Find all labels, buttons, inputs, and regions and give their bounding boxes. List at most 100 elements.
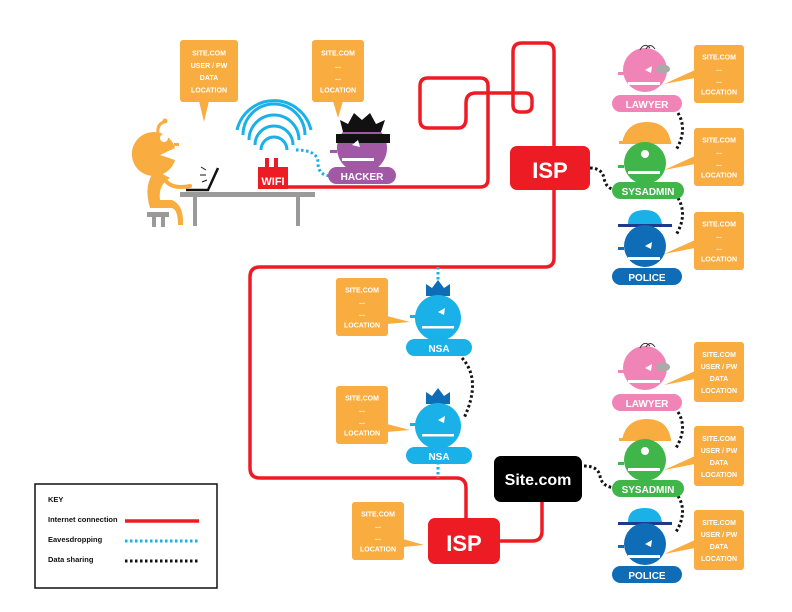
- bubble-line: ...: [375, 523, 381, 530]
- bubble-line: SITE.COM: [702, 138, 736, 145]
- site-node: Site.com: [494, 456, 582, 502]
- hacker-mask-icon: [336, 134, 390, 143]
- sharing-line-lawyer-sysadmin-bottom: [674, 411, 684, 449]
- lawyer-bottom-label: LAWYER: [626, 399, 670, 410]
- bubble-line: SITE.COM: [345, 288, 379, 295]
- legend-key: KEY Internet connection Eavesdropping Da…: [34, 483, 218, 589]
- bubble-line: LOCATION: [320, 88, 356, 95]
- bubble-line: SITE.COM: [702, 436, 736, 443]
- bubble-line: DATA: [710, 544, 728, 551]
- bubble-line: SITE.COM: [702, 55, 736, 62]
- bubble-line: ...: [375, 535, 381, 542]
- eavesdrop-line-hacker-wifi: [295, 148, 333, 178]
- bubble-line: LOCATION: [344, 430, 380, 437]
- bubble-line: DATA: [710, 376, 728, 383]
- isp-top-node: ISP: [510, 146, 590, 190]
- helmet-icon: [622, 122, 671, 143]
- bubble-line: USER / PW: [701, 532, 738, 539]
- bubble-line: LOCATION: [701, 172, 737, 179]
- internet-line-isp-to-site: [498, 498, 544, 543]
- bubble-line: USER / PW: [701, 448, 738, 455]
- bubble-line: LOCATION: [701, 388, 737, 395]
- wifi-label: WIFI: [261, 176, 284, 188]
- lawyer-bottom-figure: LAWYER: [612, 342, 682, 411]
- sysadmin-bottom-figure: SYSADMIN: [612, 419, 684, 497]
- speech-bubble-sysadmin-top: SITE.COM...... LOCATION: [664, 128, 744, 186]
- key-label-eavesdrop: Eavesdropping: [48, 535, 103, 544]
- bubble-line: USER / PW: [191, 63, 228, 70]
- speech-bubble-user: SITE.COM USER / PW DATA LOCATION: [180, 40, 238, 122]
- nsa-hat-icon: [426, 280, 450, 296]
- hacker-hat-icon: [340, 113, 385, 132]
- bubble-line: DATA: [710, 460, 728, 467]
- hacker-label: HACKER: [341, 172, 385, 183]
- speech-bubble-police-bottom: SITE.COM USER / PW DATA LOCATION: [664, 510, 744, 570]
- bubble-line: SITE.COM: [361, 512, 395, 519]
- bubble-line: DATA: [200, 75, 218, 82]
- bubble-line: LOCATION: [701, 556, 737, 563]
- key-label-internet: Internet connection: [48, 515, 118, 524]
- speech-bubble-lawyer-top: SITE.COM...... LOCATION: [664, 45, 744, 103]
- bubble-line: LOCATION: [344, 322, 380, 329]
- bubble-line: USER / PW: [701, 364, 738, 371]
- bubble-line: ...: [716, 149, 722, 156]
- sysadmin-top-figure: SYSADMIN: [612, 122, 684, 199]
- speech-bubble-hacker: SITE.COM...... LOCATION: [312, 40, 364, 118]
- bubble-line: ...: [359, 299, 365, 306]
- key-label-sharing: Data sharing: [48, 555, 94, 564]
- speech-bubble-nsa-top: SITE.COM...... LOCATION: [336, 278, 410, 336]
- nsa-top-label: NSA: [428, 344, 449, 355]
- police-hat-icon: [628, 508, 662, 522]
- bubble-line: LOCATION: [701, 472, 737, 479]
- police-hat-icon: [628, 210, 662, 224]
- bubble-line: LOCATION: [191, 88, 227, 95]
- sysadmin-top-label: SYSADMIN: [622, 187, 675, 198]
- network-diagram: WIFI HACKER ISP LAWYER SYSADMIN POLICE N…: [34, 40, 744, 589]
- bubble-line: ...: [716, 233, 722, 240]
- isp-bottom-label: ISP: [446, 531, 481, 556]
- site-label: Site.com: [505, 472, 572, 489]
- lawyer-top-figure: LAWYER: [612, 44, 682, 112]
- hacker-figure: HACKER: [328, 113, 396, 184]
- bubble-line: ...: [335, 75, 341, 82]
- bubble-line: LOCATION: [701, 89, 737, 96]
- speech-bubble-isp-bottom: SITE.COM...... LOCATION: [352, 502, 424, 560]
- bubble-line: ...: [359, 407, 365, 414]
- table-icon: [180, 192, 315, 197]
- police-top-figure: POLICE: [612, 210, 682, 285]
- bubble-line: ...: [716, 245, 722, 252]
- sharing-line-sysadmin-police-bottom: [674, 495, 684, 533]
- bubble-line: LOCATION: [701, 256, 737, 263]
- user-head: [131, 132, 175, 176]
- isp-top-label: ISP: [532, 158, 567, 183]
- police-bottom-label: POLICE: [628, 571, 666, 582]
- bubble-line: SITE.COM: [345, 396, 379, 403]
- bubble-line: SITE.COM: [321, 50, 355, 57]
- nsa-bottom-label: NSA: [428, 452, 449, 463]
- bubble-line: LOCATION: [360, 546, 396, 553]
- bubble-line: SITE.COM: [702, 222, 736, 229]
- bubble-line: SITE.COM: [702, 352, 736, 359]
- bubble-line: SITE.COM: [702, 520, 736, 527]
- speech-bubble-police-top: SITE.COM...... LOCATION: [664, 212, 744, 270]
- bubble-line: ...: [716, 161, 722, 168]
- lawyer-top-label: LAWYER: [626, 100, 670, 111]
- bubble-line: ...: [335, 63, 341, 70]
- isp-bottom-node: ISP: [428, 518, 500, 564]
- nsa-bottom-figure: NSA: [406, 388, 472, 464]
- wifi-signal-icon: [235, 99, 313, 151]
- sharing-line-nsa-nsa: [460, 356, 474, 419]
- bubble-line: ...: [359, 419, 365, 426]
- bubble-line: SITE.COM: [192, 50, 226, 57]
- nsa-top-figure: NSA: [406, 280, 472, 356]
- police-bottom-figure: POLICE: [612, 508, 682, 583]
- sharing-line-lawyer-sysadmin-top: [674, 112, 684, 151]
- wifi-router: WIFI: [235, 99, 313, 189]
- nsa-hat-icon: [426, 388, 450, 404]
- stool-icon: [147, 212, 169, 217]
- sysadmin-bottom-label: SYSADMIN: [622, 485, 675, 496]
- bubble-line: ...: [716, 66, 722, 73]
- speech-bubble-lawyer-bottom: SITE.COM USER / PW DATA LOCATION: [664, 342, 744, 402]
- police-top-label: POLICE: [628, 273, 666, 284]
- bubble-line: ...: [716, 78, 722, 85]
